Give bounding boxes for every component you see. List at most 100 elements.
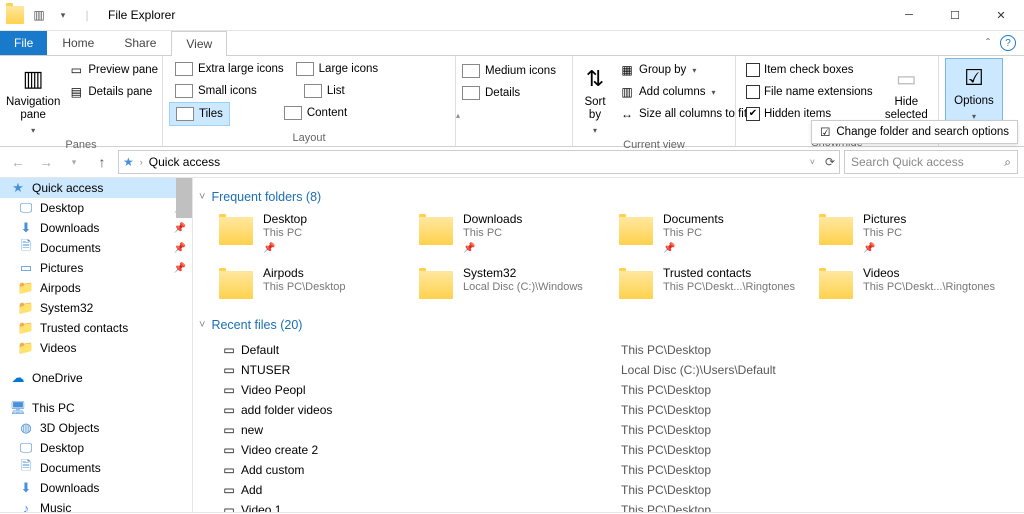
minimize-button[interactable]: ─ xyxy=(886,0,932,30)
breadcrumb[interactable]: Quick access xyxy=(149,155,220,169)
navigation-pane-button[interactable]: ▥ Navigation pane ▾ xyxy=(6,58,60,137)
tree-quick-access[interactable]: ★Quick access xyxy=(0,178,192,198)
folder-icon: 🗎 xyxy=(18,460,34,476)
tree-item-airpods[interactable]: 📁Airpods xyxy=(0,278,192,298)
frequent-folder[interactable]: System32Local Disc (C:)\Windows xyxy=(417,266,607,304)
layout-content[interactable]: Content xyxy=(278,102,353,124)
frequent-folder[interactable]: AirpodsThis PC\Desktop xyxy=(217,266,407,304)
recent-file[interactable]: ▭add folder videosThis PC\Desktop xyxy=(217,400,1024,420)
up-button[interactable]: ↑ xyxy=(90,150,114,174)
file-icon: ▭ xyxy=(217,343,241,357)
recent-file[interactable]: ▭AddThis PC\Desktop xyxy=(217,480,1024,500)
details-pane-button[interactable]: ▤Details pane xyxy=(64,82,162,102)
item-check-boxes-toggle[interactable]: Item check boxes xyxy=(742,60,877,80)
pin-icon: 📌 xyxy=(463,242,522,256)
help-icon[interactable]: ? xyxy=(1000,35,1016,51)
recent-file[interactable]: ▭DefaultThis PC\Desktop xyxy=(217,340,1024,360)
quick-access-star-icon: ★ xyxy=(123,155,134,169)
tree-item-desktop[interactable]: 🖵Desktop📌 xyxy=(0,198,192,218)
content-pane[interactable]: Frequent folders (8) DesktopThis PC📌Down… xyxy=(193,178,1024,512)
qa-dropdown-icon[interactable]: ▾ xyxy=(54,6,72,24)
layout-large[interactable]: Large icons xyxy=(290,58,384,80)
tree-this-pc[interactable]: 🖥This PC xyxy=(0,398,192,418)
tree-item-3d-objects[interactable]: ◍3D Objects xyxy=(0,418,192,438)
tree-item-documents[interactable]: 🗎Documents📌 xyxy=(0,238,192,258)
layout-details[interactable]: Details xyxy=(456,82,526,104)
tree-item-downloads[interactable]: ⬇Downloads xyxy=(0,478,192,498)
preview-pane-icon: ▭ xyxy=(68,62,84,78)
folder-name: Downloads xyxy=(463,212,522,226)
history-dropdown-icon[interactable]: ˅ xyxy=(810,157,815,167)
options-icon: ☑ xyxy=(958,61,990,93)
file-icon: ▭ xyxy=(217,423,241,437)
tree-scrollbar[interactable] xyxy=(176,178,192,218)
pc-icon: 🖥 xyxy=(10,400,26,416)
tree-onedrive[interactable]: ☁OneDrive xyxy=(0,368,192,388)
frequent-folder[interactable]: PicturesThis PC📌 xyxy=(817,212,1007,256)
folder-icon: 📁 xyxy=(18,320,34,336)
layout-extra-large[interactable]: Extra large icons xyxy=(169,58,290,80)
folder-location: This PC\Desktop xyxy=(263,280,346,294)
frequent-folder[interactable]: VideosThis PC\Deskt...\Ringtones xyxy=(817,266,1007,304)
recent-file[interactable]: ▭Video create 2This PC\Desktop xyxy=(217,440,1024,460)
folder-location: This PC\Deskt...\Ringtones xyxy=(863,280,995,294)
recent-locations-button[interactable]: ▾ xyxy=(62,150,86,174)
tree-item-downloads[interactable]: ⬇Downloads📌 xyxy=(0,218,192,238)
add-columns-button[interactable]: ▥Add columns▾ xyxy=(615,82,751,102)
tab-home[interactable]: Home xyxy=(47,30,109,55)
recent-file[interactable]: ▭NTUSERLocal Disc (C:)\Users\Default xyxy=(217,360,1024,380)
preview-pane-button[interactable]: ▭Preview pane xyxy=(64,60,162,80)
file-path: This PC\Desktop xyxy=(621,503,711,512)
recent-file[interactable]: ▭Add customThis PC\Desktop xyxy=(217,460,1024,480)
window-title: File Explorer xyxy=(102,8,886,22)
layout-scroll-up[interactable]: ▴ xyxy=(456,111,460,120)
frequent-folders-header[interactable]: Frequent folders (8) xyxy=(199,190,1024,204)
file-name: Default xyxy=(241,343,621,357)
layout-small[interactable]: Small icons xyxy=(169,80,263,102)
recent-file[interactable]: ▭newThis PC\Desktop xyxy=(217,420,1024,440)
layout-medium[interactable]: Medium icons xyxy=(456,60,562,82)
folder-location: This PC xyxy=(463,226,522,240)
refresh-icon[interactable]: ⟳ xyxy=(825,155,835,169)
options-button[interactable]: ☑ Options ▾ xyxy=(945,58,1003,126)
file-name: Video 1 xyxy=(241,503,621,512)
file-extensions-toggle[interactable]: File name extensions xyxy=(742,82,877,102)
folder-location: This PC xyxy=(263,226,307,240)
frequent-folder[interactable]: DownloadsThis PC 📌 xyxy=(417,212,607,256)
frequent-folder[interactable]: DocumentsThis PC📌 xyxy=(617,212,807,256)
pin-icon: 📌 xyxy=(174,223,186,234)
sort-by-button[interactable]: ⇅ Sort by ▾ xyxy=(579,58,611,137)
tab-file[interactable]: File xyxy=(0,31,47,55)
recent-files-header[interactable]: Recent files (20) xyxy=(199,318,1024,332)
recent-file[interactable]: ▭Video PeoplThis PC\Desktop xyxy=(217,380,1024,400)
size-columns-button[interactable]: ↔Size all columns to fit xyxy=(615,104,751,124)
qa-new-folder-icon[interactable]: ▥ xyxy=(30,6,48,24)
tree-item-music[interactable]: ♪Music xyxy=(0,498,192,512)
close-button[interactable]: ✕ xyxy=(978,0,1024,30)
ribbon-collapse-icon[interactable]: ˆ xyxy=(986,36,990,50)
tab-share[interactable]: Share xyxy=(109,30,171,55)
maximize-button[interactable]: ☐ xyxy=(932,0,978,30)
group-by-button[interactable]: ▦Group by▾ xyxy=(615,60,751,80)
navigation-tree[interactable]: ★Quick access 🖵Desktop📌⬇Downloads📌🗎Docum… xyxy=(0,178,193,512)
tree-item-system32[interactable]: 📁System32 xyxy=(0,298,192,318)
back-button[interactable]: ← xyxy=(6,150,30,174)
details-pane-icon: ▤ xyxy=(68,84,84,100)
tree-item-desktop[interactable]: 🖵Desktop xyxy=(0,438,192,458)
tree-item-trusted-contacts[interactable]: 📁Trusted contacts xyxy=(0,318,192,338)
layout-tiles[interactable]: Tiles xyxy=(169,102,230,126)
forward-button[interactable]: → xyxy=(34,150,58,174)
search-input[interactable]: Search Quick access ⌕ xyxy=(844,150,1018,174)
frequent-folder[interactable]: Trusted contactsThis PC\Deskt...\Rington… xyxy=(617,266,807,304)
recent-file[interactable]: ▭Video 1This PC\Desktop xyxy=(217,500,1024,512)
tree-item-pictures[interactable]: ▭Pictures📌 xyxy=(0,258,192,278)
layout-list[interactable]: List xyxy=(298,80,351,102)
app-icon xyxy=(6,6,24,24)
tree-item-videos[interactable]: 📁Videos xyxy=(0,338,192,358)
frequent-folder[interactable]: DesktopThis PC📌 xyxy=(217,212,407,256)
columns-icon: ▥ xyxy=(619,84,635,100)
address-bar[interactable]: ★ › Quick access ˅ ⟳ xyxy=(118,150,840,174)
tab-view[interactable]: View xyxy=(171,31,227,56)
tree-item-documents[interactable]: 🗎Documents xyxy=(0,458,192,478)
file-name: Add xyxy=(241,483,621,497)
